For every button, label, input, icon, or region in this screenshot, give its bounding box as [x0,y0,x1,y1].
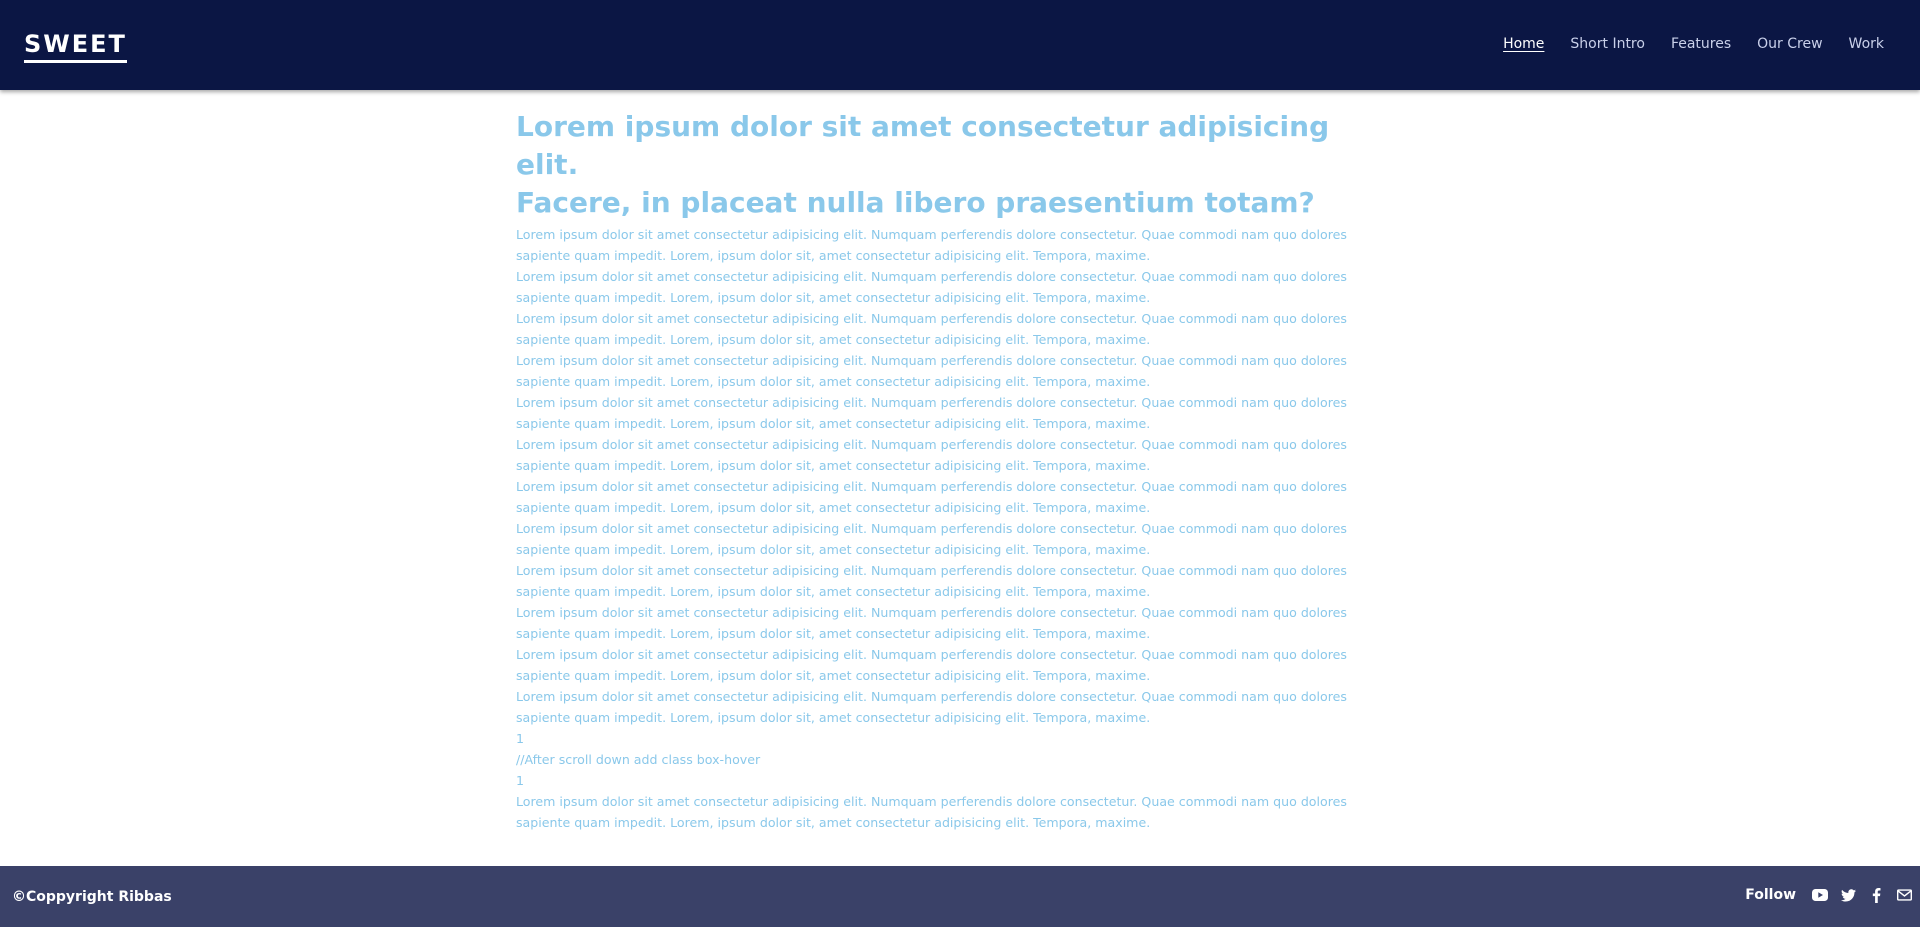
body-paragraph: Lorem ipsum dolor sit amet consectetur a… [516,269,1347,305]
follow-links: Follow [1745,886,1912,904]
nav-our-crew[interactable]: Our Crew [1757,35,1822,53]
body-paragraph: Lorem ipsum dolor sit amet consectetur a… [516,563,1347,599]
main-content: Lorem ipsum dolor sit amet consectetur a… [516,108,1358,833]
copyright-text: ©Coppyright Ribbas [12,889,172,905]
nav-work[interactable]: Work [1849,35,1884,53]
body-paragraph: Lorem ipsum dolor sit amet consectetur a… [516,437,1347,473]
code-line-number: 1 [516,731,525,746]
body-paragraph: Lorem ipsum dolor sit amet consectetur a… [516,605,1347,641]
headline-line-2: Facere, in placeat nulla libero praesent… [516,186,1315,219]
body-paragraph: Lorem ipsum dolor sit amet consectetur a… [516,689,1347,725]
body-paragraph: Lorem ipsum dolor sit amet consectetur a… [516,395,1347,431]
site-footer: ©Coppyright Ribbas Follow [0,866,1920,927]
body-paragraph: Lorem ipsum dolor sit amet consectetur a… [516,479,1347,515]
twitter-icon[interactable] [1840,886,1856,904]
youtube-icon[interactable] [1812,886,1828,904]
mail-icon[interactable] [1896,886,1912,904]
follow-label: Follow [1745,887,1796,903]
body-paragraph: Lorem ipsum dolor sit amet consectetur a… [516,521,1347,557]
nav-features[interactable]: Features [1671,35,1731,53]
site-header: SWEET Home Short Intro Features Our Crew… [0,0,1920,90]
nav-short-intro[interactable]: Short Intro [1570,35,1645,53]
body-paragraph: Lorem ipsum dolor sit amet consectetur a… [516,647,1347,683]
brand-logo[interactable]: SWEET [24,30,127,63]
body-paragraph: Lorem ipsum dolor sit amet consectetur a… [516,311,1347,347]
code-snippet: 1 //After scroll down add class box-hove… [516,728,1358,791]
page-headline: Lorem ipsum dolor sit amet consectetur a… [516,108,1358,222]
code-comment: //After scroll down add class box-hover [516,752,761,767]
headline-line-1: Lorem ipsum dolor sit amet consectetur a… [516,110,1330,181]
nav-home[interactable]: Home [1503,35,1544,53]
body-paragraph: Lorem ipsum dolor sit amet consectetur a… [516,227,1347,263]
closing-paragraph: Lorem ipsum dolor sit amet consectetur a… [516,794,1347,830]
paragraph-list: Lorem ipsum dolor sit amet consectetur a… [516,224,1358,728]
facebook-icon[interactable] [1868,886,1884,904]
code-line-number: 1 [516,773,525,788]
main-nav: Home Short Intro Features Our Crew Work [1503,35,1884,53]
body-paragraph: Lorem ipsum dolor sit amet consectetur a… [516,353,1347,389]
